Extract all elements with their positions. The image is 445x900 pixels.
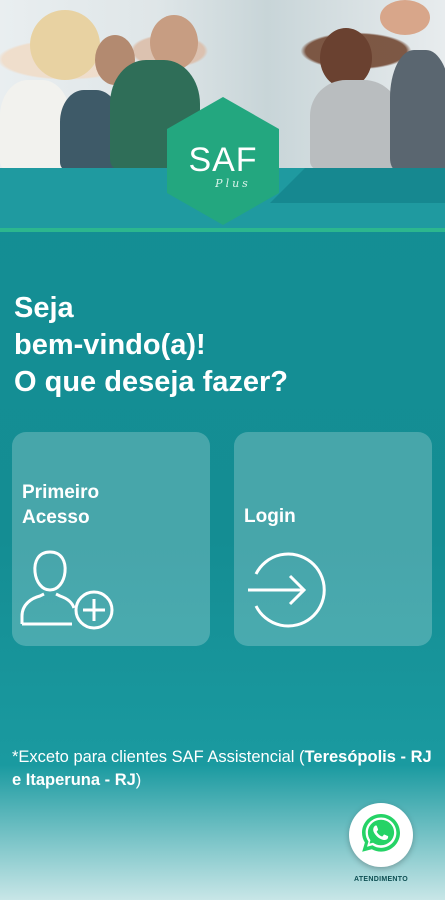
first-access-label: Primeiro Acesso bbox=[22, 480, 99, 530]
exception-note: *Exceto para clientes SAF Assistencial (… bbox=[12, 746, 437, 792]
login-arrow-icon bbox=[246, 550, 326, 635]
welcome-line: bem-vindo(a)! bbox=[14, 329, 206, 361]
logo-main-text: SAF bbox=[188, 140, 258, 179]
first-access-label-line: Primeiro bbox=[22, 482, 100, 503]
person-head bbox=[320, 28, 372, 88]
person-body bbox=[310, 80, 400, 170]
logo-sub-text: Plus bbox=[215, 176, 251, 190]
welcome-line: Seja bbox=[14, 292, 74, 324]
whatsapp-label: ATENDIMENTO bbox=[354, 876, 408, 883]
whatsapp-icon bbox=[359, 811, 403, 860]
first-access-label-line: Acesso bbox=[22, 507, 90, 528]
person-head bbox=[30, 10, 100, 80]
first-access-button[interactable]: Primeiro Acesso bbox=[12, 432, 210, 646]
login-button[interactable]: Login bbox=[234, 432, 432, 646]
whatsapp-button[interactable] bbox=[349, 803, 413, 867]
note-suffix: ) bbox=[135, 771, 142, 789]
person-body bbox=[390, 50, 445, 170]
add-user-icon bbox=[20, 548, 116, 635]
person-head bbox=[380, 0, 430, 35]
note-prefix: *Exceto para clientes SAF Assistencial ( bbox=[12, 748, 305, 766]
login-label: Login bbox=[244, 506, 296, 527]
header-divider bbox=[0, 228, 445, 232]
welcome-heading: Seja bem-vindo(a)! O que deseja fazer? bbox=[14, 290, 434, 401]
welcome-question: O que deseja fazer? bbox=[14, 366, 288, 398]
